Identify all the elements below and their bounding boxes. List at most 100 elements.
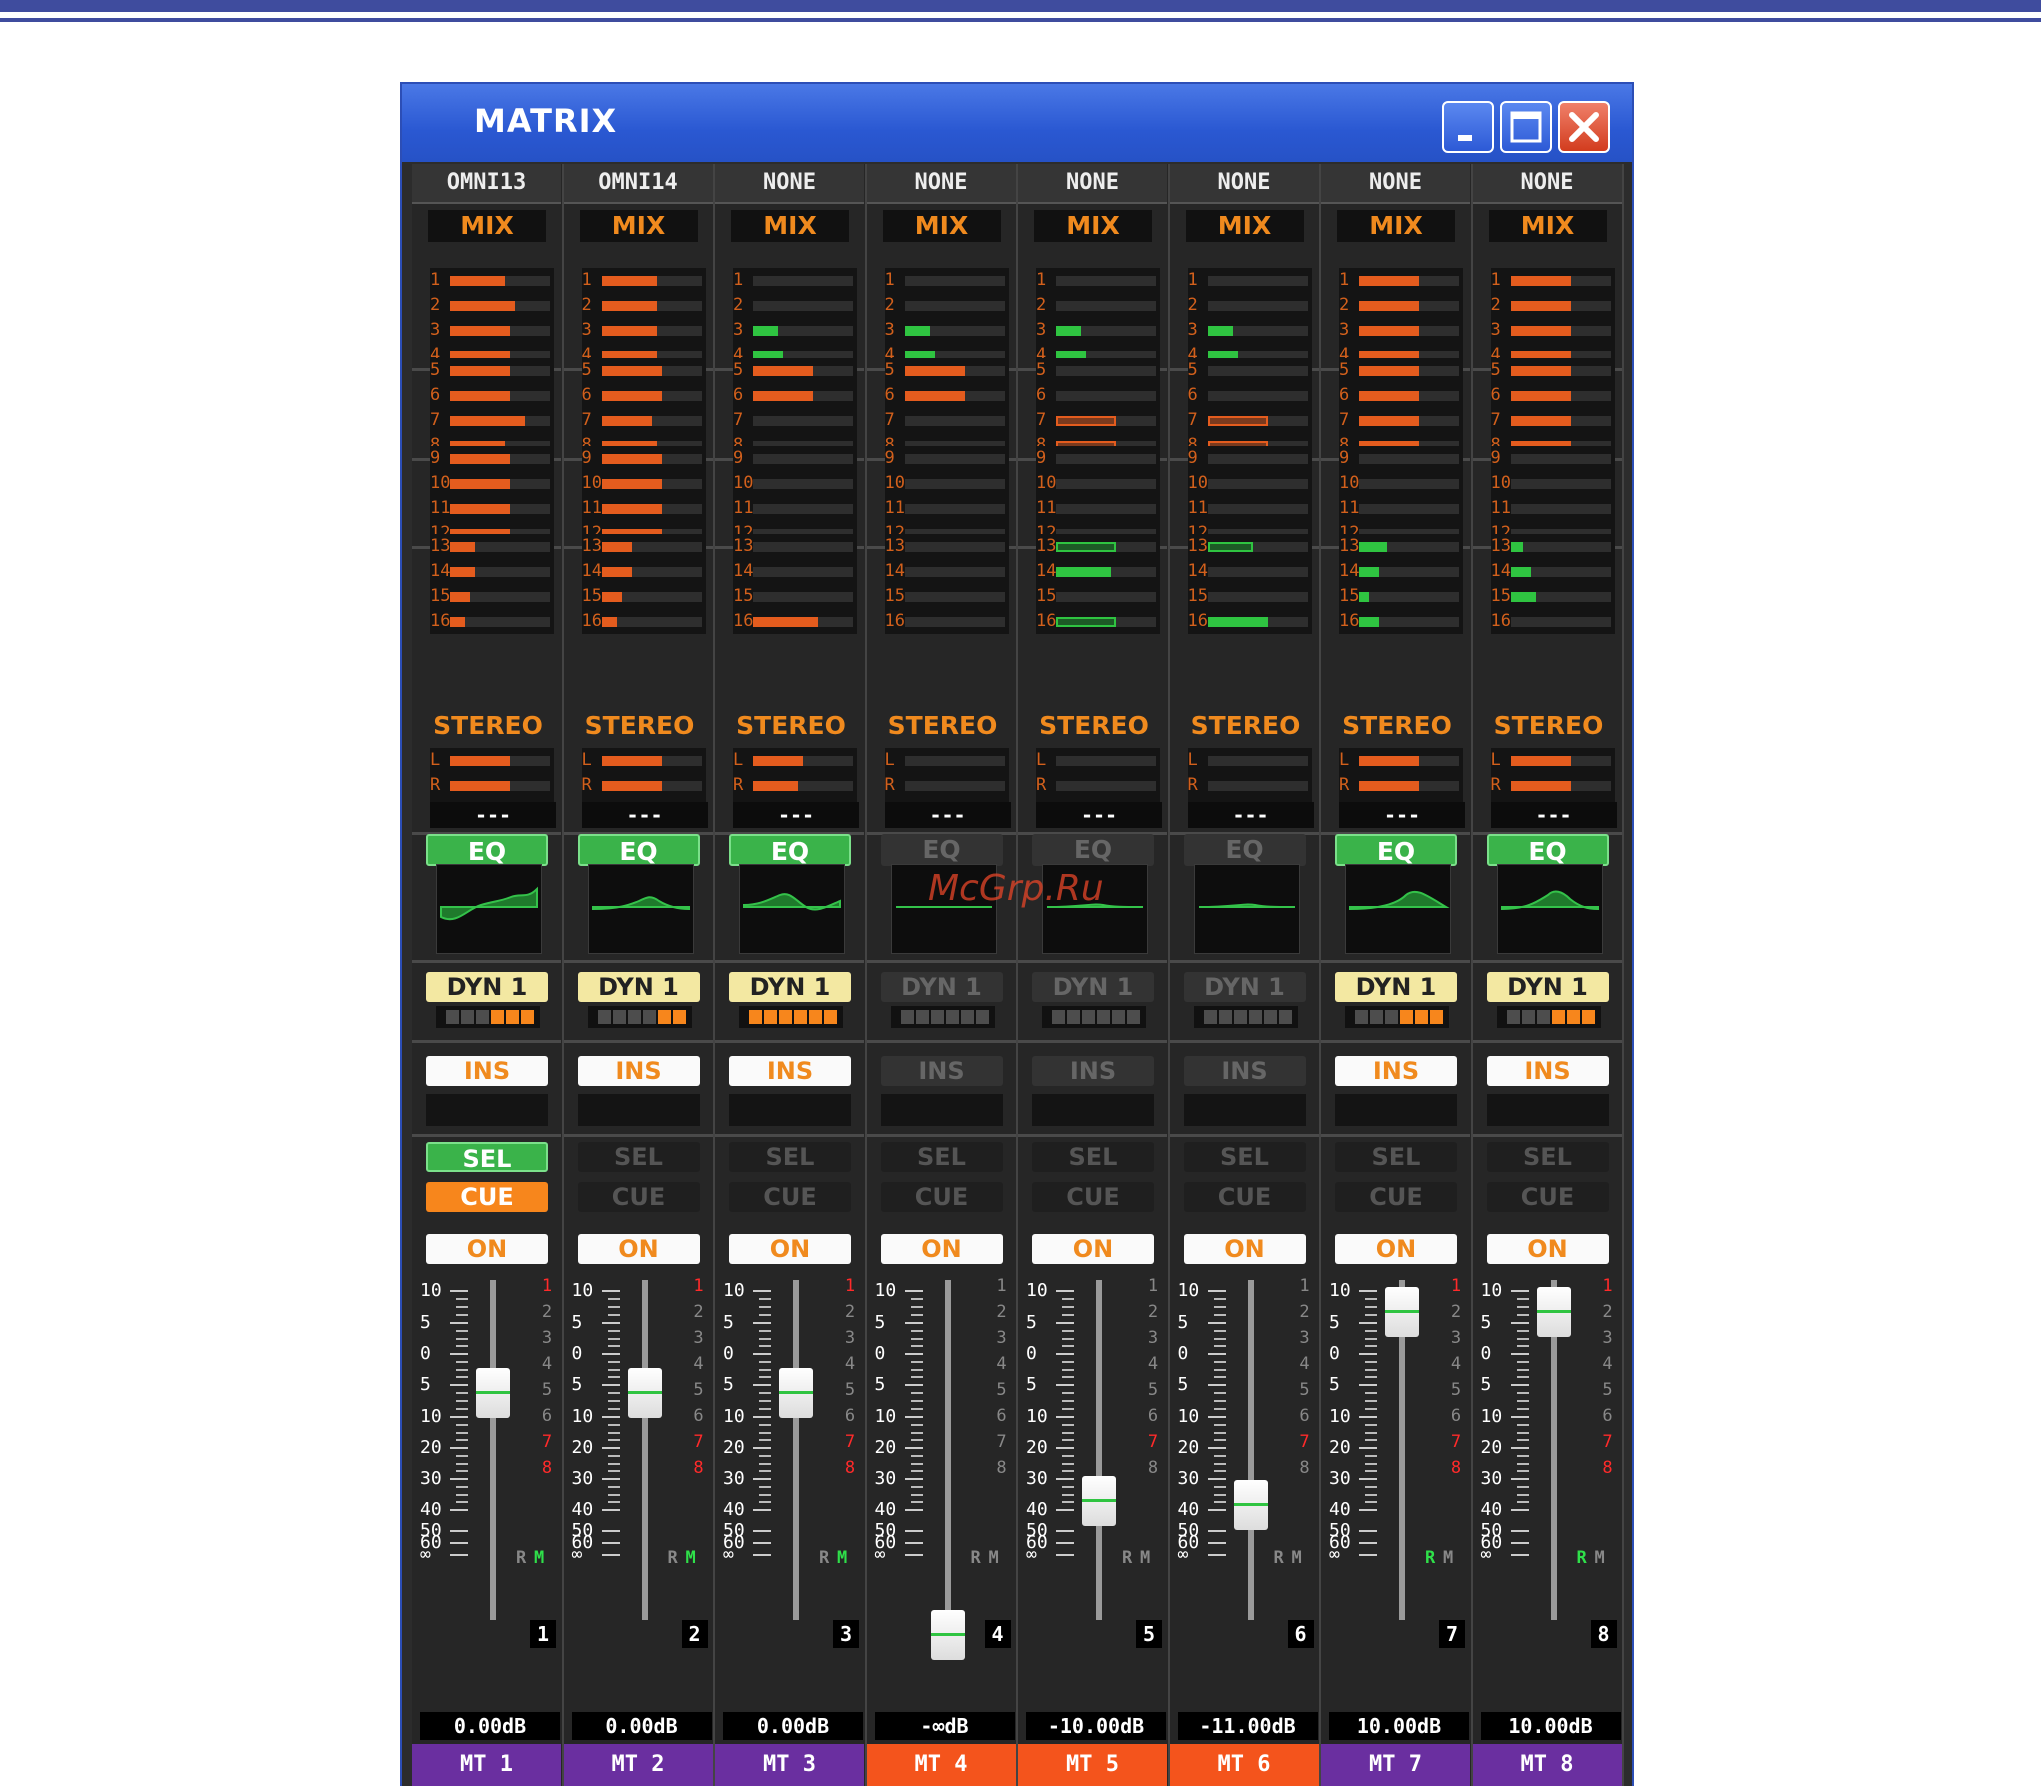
mix-send-row[interactable]: 11: [1491, 496, 1615, 521]
mix-send-row[interactable]: 9: [430, 446, 554, 471]
mix-send-row[interactable]: 9: [1188, 446, 1312, 471]
mix-send-row[interactable]: 14: [733, 559, 857, 584]
mix-send-row[interactable]: 7: [1491, 408, 1615, 433]
mix-send-row[interactable]: 1: [885, 268, 1009, 293]
channel-name[interactable]: MT 3: [715, 1744, 864, 1786]
eq-curve-display[interactable]: [1345, 864, 1451, 954]
dyn-button[interactable]: DYN 1: [729, 972, 851, 1002]
fader-knob[interactable]: [930, 1610, 965, 1660]
mix-send-row[interactable]: 13: [1491, 534, 1615, 559]
dyn-button[interactable]: DYN 1: [880, 972, 1003, 1002]
mix-send-row[interactable]: 16: [885, 609, 1009, 634]
mix-send-row[interactable]: 10: [1339, 471, 1463, 496]
mix-send-row[interactable]: 7: [430, 408, 554, 433]
mix-send-row[interactable]: 13: [430, 534, 554, 559]
on-button[interactable]: ON: [1183, 1234, 1306, 1264]
mix-send-row[interactable]: 9: [582, 446, 706, 471]
mix-send-row[interactable]: 1: [1036, 268, 1160, 293]
on-button[interactable]: ON: [729, 1234, 851, 1264]
mix-send-row[interactable]: 11: [1339, 496, 1463, 521]
mix-send-row[interactable]: 10: [430, 471, 554, 496]
mix-send-row[interactable]: 11: [1036, 496, 1160, 521]
eq-button[interactable]: EQ: [1032, 834, 1154, 866]
stereo-send-row[interactable]: R: [1036, 773, 1160, 798]
mix-send-row[interactable]: 16: [430, 609, 554, 634]
dyn-button[interactable]: DYN 1: [1486, 972, 1609, 1002]
mix-send-row[interactable]: 16: [733, 609, 857, 634]
mix-send-row[interactable]: 14: [430, 559, 554, 584]
eq-button[interactable]: EQ: [880, 834, 1003, 866]
insert-button[interactable]: INS: [426, 1056, 548, 1086]
mix-send-row[interactable]: 9: [1491, 446, 1615, 471]
mix-send-row[interactable]: 14: [1188, 559, 1312, 584]
mix-send-row[interactable]: 5: [582, 358, 706, 383]
mix-send-row[interactable]: 16: [1188, 609, 1312, 634]
fader-knob[interactable]: [627, 1368, 662, 1418]
insert-button[interactable]: INS: [729, 1056, 851, 1086]
mix-send-row[interactable]: 13: [582, 534, 706, 559]
stereo-send-row[interactable]: R: [582, 773, 706, 798]
mix-send-row[interactable]: 3: [733, 318, 857, 343]
fader-knob[interactable]: [1385, 1287, 1419, 1337]
eq-button[interactable]: EQ: [1486, 834, 1609, 866]
mix-send-row[interactable]: 14: [582, 559, 706, 584]
mix-send-row[interactable]: 3: [1339, 318, 1463, 343]
mix-send-row[interactable]: 10: [733, 471, 857, 496]
stereo-send-row[interactable]: L: [1339, 748, 1463, 773]
mix-send-row[interactable]: 16: [582, 609, 706, 634]
mix-send-row[interactable]: 2: [733, 293, 857, 318]
mix-send-row[interactable]: 11: [733, 496, 857, 521]
stereo-send-row[interactable]: L: [430, 748, 554, 773]
on-button[interactable]: ON: [1335, 1234, 1457, 1264]
mix-send-row[interactable]: 6: [430, 383, 554, 408]
mix-send-row[interactable]: 16: [1339, 609, 1463, 634]
mix-send-row[interactable]: 14: [885, 559, 1009, 584]
fader-knob[interactable]: [779, 1368, 813, 1418]
mix-send-row[interactable]: 2: [430, 293, 554, 318]
channel-name[interactable]: MT 7: [1321, 1744, 1470, 1786]
stereo-send-row[interactable]: R: [885, 773, 1009, 798]
mix-send-row[interactable]: 10: [582, 471, 706, 496]
eq-curve-display[interactable]: [1496, 864, 1603, 954]
mix-send-row[interactable]: 14: [1339, 559, 1463, 584]
stereo-send-row[interactable]: L: [582, 748, 706, 773]
mix-send-row[interactable]: 16: [1036, 609, 1160, 634]
mix-send-row[interactable]: 6: [1339, 383, 1463, 408]
on-button[interactable]: ON: [880, 1234, 1003, 1264]
mix-send-row[interactable]: 7: [1036, 408, 1160, 433]
mix-send-row[interactable]: 15: [1491, 584, 1615, 609]
mix-send-row[interactable]: 9: [885, 446, 1009, 471]
stereo-send-row[interactable]: L: [1036, 748, 1160, 773]
on-button[interactable]: ON: [426, 1234, 548, 1264]
stereo-send-row[interactable]: R: [1188, 773, 1312, 798]
mix-send-row[interactable]: 15: [1188, 584, 1312, 609]
stereo-send-row[interactable]: R: [1491, 773, 1615, 798]
mix-send-row[interactable]: 1: [1491, 268, 1615, 293]
patch-header[interactable]: NONE: [1169, 164, 1319, 204]
stereo-send-row[interactable]: R: [733, 773, 857, 798]
dyn-button[interactable]: DYN 1: [1032, 972, 1154, 1002]
cue-button[interactable]: CUE: [426, 1182, 548, 1212]
cue-button[interactable]: CUE: [1335, 1182, 1457, 1212]
insert-button[interactable]: INS: [1486, 1056, 1609, 1086]
cue-button[interactable]: CUE: [1183, 1182, 1306, 1212]
channel-name[interactable]: MT 8: [1472, 1744, 1622, 1786]
on-button[interactable]: ON: [577, 1234, 700, 1264]
insert-button[interactable]: INS: [880, 1056, 1003, 1086]
stereo-send-row[interactable]: L: [733, 748, 857, 773]
mix-send-row[interactable]: 3: [430, 318, 554, 343]
stereo-send-row[interactable]: R: [430, 773, 554, 798]
cue-button[interactable]: CUE: [729, 1182, 851, 1212]
dyn-button[interactable]: DYN 1: [577, 972, 700, 1002]
insert-button[interactable]: INS: [1335, 1056, 1457, 1086]
mix-send-row[interactable]: 5: [733, 358, 857, 383]
mix-send-row[interactable]: 1: [733, 268, 857, 293]
stereo-send-row[interactable]: R: [1339, 773, 1463, 798]
minimize-button[interactable]: [1442, 101, 1494, 153]
mix-send-row[interactable]: 6: [1188, 383, 1312, 408]
insert-button[interactable]: INS: [1183, 1056, 1306, 1086]
mix-send-row[interactable]: 6: [733, 383, 857, 408]
stereo-send-row[interactable]: L: [1491, 748, 1615, 773]
mix-send-row[interactable]: 11: [582, 496, 706, 521]
on-button[interactable]: ON: [1486, 1234, 1609, 1264]
